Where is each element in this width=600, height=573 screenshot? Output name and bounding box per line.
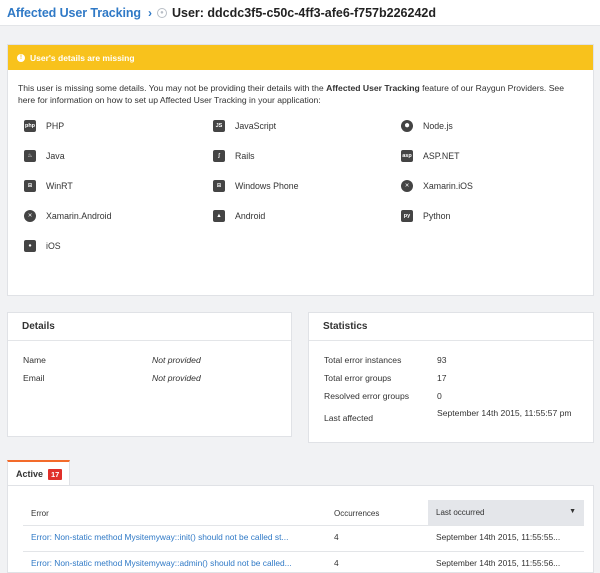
stat-value-total-groups: 17 bbox=[437, 373, 447, 383]
provider-xamarin-android[interactable]: ✕ Xamarin.Android bbox=[24, 210, 112, 222]
provider-javascript[interactable]: JS JavaScript bbox=[213, 120, 276, 132]
stat-key-total-instances: Total error instances bbox=[324, 355, 402, 365]
provider-label: ASP.NET bbox=[423, 151, 460, 161]
stat-key-last-affected: Last affected bbox=[324, 413, 374, 423]
provider-rails[interactable]: ʃ Rails bbox=[213, 150, 255, 162]
details-card: Details Name Not provided Email Not prov… bbox=[7, 312, 292, 437]
error-count-badge: 17 bbox=[48, 468, 63, 480]
xamarin-icon: ✕ bbox=[24, 210, 36, 222]
error-link[interactable]: Error: Non-static method Mysitemyway::in… bbox=[31, 532, 326, 542]
detail-key-name: Name bbox=[23, 355, 46, 365]
rails-icon: ʃ bbox=[213, 150, 225, 162]
page-header: Affected User Tracking › ● User: ddcdc3f… bbox=[0, 0, 600, 26]
provider-aspnet[interactable]: asp ASP.NET bbox=[401, 150, 460, 162]
android-icon: ▲ bbox=[213, 210, 225, 222]
warning-message: This user is missing some details. You m… bbox=[8, 70, 593, 106]
column-header-last-occurred[interactable]: Last occurred ▼ bbox=[428, 500, 584, 525]
detail-key-email: Email bbox=[23, 373, 45, 383]
apple-icon: ● bbox=[24, 240, 36, 252]
occurrences-cell: 4 bbox=[334, 532, 339, 542]
stat-value-last-affected: September 14th 2015, 11:55:57 pm bbox=[437, 408, 572, 418]
details-title: Details bbox=[8, 313, 291, 341]
breadcrumb-affected-user-tracking[interactable]: Affected User Tracking bbox=[7, 6, 141, 20]
error-link[interactable]: Error: Non-static method Mysitemyway::ad… bbox=[31, 558, 326, 568]
column-header-last-label: Last occurred bbox=[436, 508, 485, 517]
detail-value-email: Not provided bbox=[152, 373, 201, 383]
stat-value-resolved-groups: 0 bbox=[437, 391, 442, 401]
sort-desc-icon: ▼ bbox=[569, 508, 576, 515]
error-groups-table: Error Occurrences Last occurred ▼ Error:… bbox=[7, 485, 594, 573]
php-icon: php bbox=[24, 120, 36, 132]
provider-label: Xamarin.iOS bbox=[423, 181, 473, 191]
provider-label: Android bbox=[235, 211, 266, 221]
windows-phone-icon: ⊞ bbox=[213, 180, 225, 192]
missing-details-panel: ! User's details are missing This user i… bbox=[7, 44, 594, 296]
warning-bar: ! User's details are missing bbox=[8, 45, 593, 70]
provider-label: WinRT bbox=[46, 181, 73, 191]
divider bbox=[23, 551, 584, 552]
chevron-right-icon: › bbox=[147, 5, 152, 20]
provider-label: Node.js bbox=[423, 121, 453, 131]
provider-python[interactable]: py Python bbox=[401, 210, 450, 222]
javascript-icon: JS bbox=[213, 120, 225, 132]
java-icon: ♨ bbox=[24, 150, 36, 162]
provider-ios[interactable]: ● iOS bbox=[24, 240, 61, 252]
windows-icon: ⊞ bbox=[24, 180, 36, 192]
provider-winrt[interactable]: ⊞ WinRT bbox=[24, 180, 73, 192]
divider bbox=[23, 525, 584, 526]
provider-xamarin-ios[interactable]: ✕ Xamarin.iOS bbox=[401, 180, 473, 192]
tab-active[interactable]: Active 17 bbox=[7, 460, 70, 486]
provider-java[interactable]: ♨ Java bbox=[24, 150, 65, 162]
aspnet-icon: asp bbox=[401, 150, 413, 162]
user-icon: ● bbox=[156, 7, 167, 18]
provider-php[interactable]: php PHP bbox=[24, 120, 64, 132]
warning-message-bold: Affected User Tracking bbox=[326, 83, 420, 93]
warning-icon: ! bbox=[17, 53, 25, 62]
page-title: User: ddcdc3f5-c50c-4ff3-afe6-f757b22624… bbox=[171, 5, 436, 20]
stat-key-resolved-groups: Resolved error groups bbox=[324, 391, 410, 401]
provider-android[interactable]: ▲ Android bbox=[213, 210, 265, 222]
last-occurred-cell: September 14th 2015, 11:55:56... bbox=[436, 558, 561, 568]
column-header-error[interactable]: Error bbox=[31, 509, 49, 518]
stat-value-total-instances: 93 bbox=[437, 355, 447, 365]
nodejs-icon: ⬢ bbox=[401, 120, 413, 132]
provider-label: Java bbox=[46, 151, 65, 161]
statistics-title: Statistics bbox=[309, 313, 593, 341]
provider-nodejs[interactable]: ⬢ Node.js bbox=[401, 120, 453, 132]
detail-value-name: Not provided bbox=[152, 355, 201, 365]
statistics-card: Statistics Total error instances 93 Tota… bbox=[308, 312, 594, 443]
provider-label: Rails bbox=[235, 151, 255, 161]
xamarin-icon: ✕ bbox=[401, 180, 413, 192]
provider-label: Windows Phone bbox=[235, 181, 299, 191]
last-occurred-cell: September 14th 2015, 11:55:55... bbox=[436, 532, 561, 542]
provider-label: JavaScript bbox=[235, 121, 277, 131]
stat-key-total-groups: Total error groups bbox=[324, 373, 392, 383]
provider-label: Xamarin.Android bbox=[46, 211, 112, 221]
column-header-occurrences[interactable]: Occurrences bbox=[334, 509, 379, 518]
provider-label: iOS bbox=[46, 241, 61, 251]
occurrences-cell: 4 bbox=[334, 558, 339, 568]
provider-windows-phone[interactable]: ⊞ Windows Phone bbox=[213, 180, 299, 192]
provider-label: PHP bbox=[46, 121, 65, 131]
warning-message-pre: This user is missing some details. You m… bbox=[18, 83, 327, 93]
warning-title: User's details are missing bbox=[30, 52, 135, 63]
python-icon: py bbox=[401, 210, 413, 222]
provider-label: Python bbox=[423, 211, 451, 221]
tab-label: Active bbox=[16, 469, 44, 479]
